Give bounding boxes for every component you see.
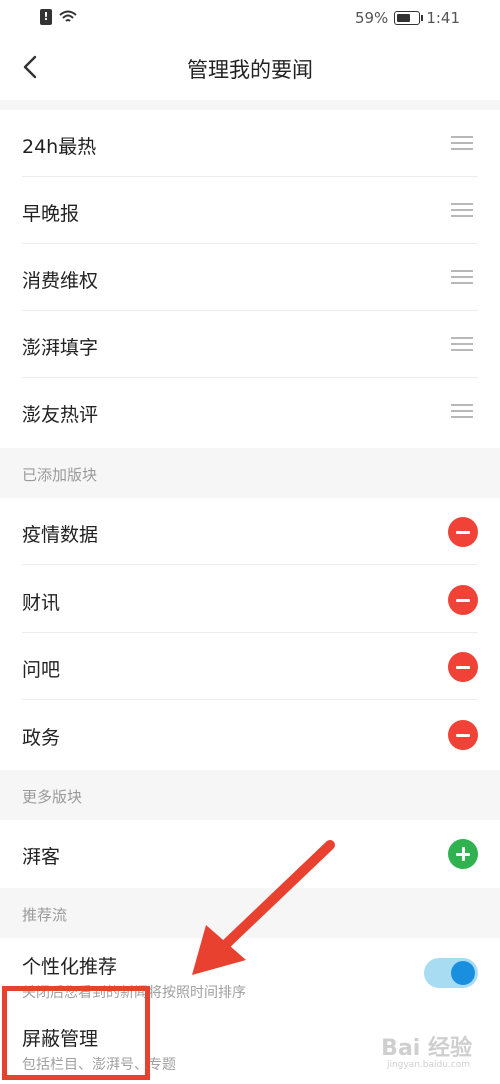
title-bar: 管理我的要闻 [0,36,500,100]
remove-button[interactable] [448,517,478,547]
personalized-toggle[interactable] [424,958,478,988]
remove-button[interactable] [448,585,478,615]
section-header-recommend: 推荐流 [0,888,500,938]
row-label: 湃客 [22,846,61,868]
pinned-row-hot-comments[interactable]: 澎友热评 [0,378,500,445]
row-label: 政务 [22,727,61,749]
added-row-finance[interactable]: 财讯 [0,566,500,633]
added-row-government[interactable]: 政务 [0,701,500,768]
row-label: 财讯 [22,592,61,614]
row-label: 24h最热 [22,136,97,158]
pinned-row-crossword[interactable]: 澎湃填字 [0,311,500,378]
sim-alert-icon: ! [40,9,52,25]
row-label: 疫情数据 [22,524,99,546]
header-divider [0,100,500,110]
add-button[interactable] [448,839,478,869]
battery-percent: 59% [354,9,389,27]
personalized-label: 个性化推荐 [22,956,118,978]
page-title: 管理我的要闻 [187,58,313,82]
drag-handle-icon[interactable] [451,203,473,217]
section-title: 更多版块 [22,788,83,806]
annotation-highlight-box [2,986,150,1080]
row-label: 澎湃填字 [22,337,99,359]
section-title: 推荐流 [22,906,68,924]
status-bar: ! 59% 1:41 [0,0,500,36]
drag-handle-icon[interactable] [451,337,473,351]
wifi-icon [59,10,77,22]
section-header-more: 更多版块 [0,770,500,820]
row-label: 消费维权 [22,270,99,292]
watermark-url: jingyan.baidu.com [386,1060,470,1070]
pinned-row-consumer-rights[interactable]: 消费维权 [0,244,500,311]
added-row-ask[interactable]: 问吧 [0,633,500,700]
row-label: 早晚报 [22,203,80,225]
clock: 1:41 [426,9,460,27]
section-title: 已添加版块 [22,466,98,484]
remove-button[interactable] [448,652,478,682]
row-label: 澎友热评 [22,404,99,426]
drag-handle-icon[interactable] [451,136,473,150]
section-header-added: 已添加版块 [0,448,500,498]
pinned-row-morning-evening[interactable]: 早晚报 [0,177,500,244]
drag-handle-icon[interactable] [451,270,473,284]
added-row-epidemic[interactable]: 疫情数据 [0,498,500,565]
row-label: 问吧 [22,659,61,681]
pinned-row-24h[interactable]: 24h最热 [0,110,500,177]
remove-button[interactable] [448,720,478,750]
battery-icon [394,11,424,25]
watermark-logo: Bai 经验 [381,1036,472,1061]
drag-handle-icon[interactable] [451,404,473,418]
more-row-paike[interactable]: 湃客 [0,820,500,887]
